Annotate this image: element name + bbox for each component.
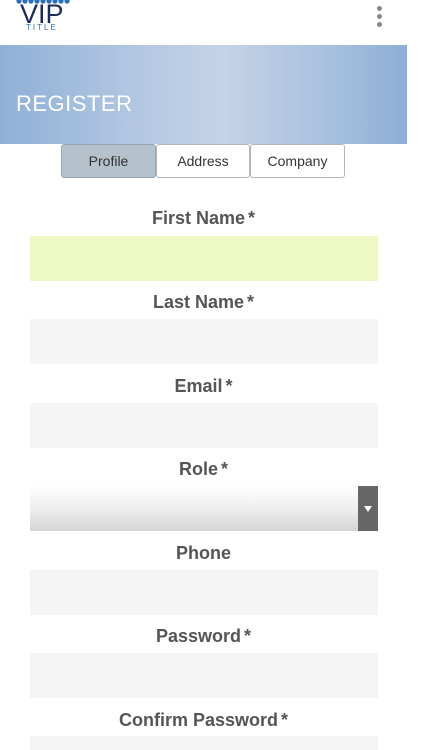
top-bar: VIP TITLE: [0, 0, 407, 45]
role-label: Role *: [0, 459, 407, 480]
last-name-field[interactable]: [30, 319, 378, 364]
phone-label: Phone: [0, 543, 407, 564]
phone-field[interactable]: [30, 570, 378, 615]
page-title: REGISTER: [16, 91, 133, 116]
register-banner: REGISTER: [0, 45, 407, 144]
chevron-down-icon[interactable]: [358, 486, 378, 531]
last-name-label-text: Last Name: [152, 292, 245, 312]
tab-profile[interactable]: Profile: [61, 144, 156, 178]
first-name-field[interactable]: [30, 236, 378, 281]
required-marker: *: [248, 208, 256, 228]
required-marker: *: [244, 626, 252, 646]
tab-address[interactable]: Address: [156, 144, 250, 178]
required-marker: *: [281, 710, 289, 730]
last-name-label: Last Name *: [0, 292, 407, 313]
required-marker: *: [225, 376, 233, 396]
confirm-password-field[interactable]: [30, 736, 378, 750]
email-label: Email *: [0, 376, 407, 397]
confirm-password-label-text: Confirm Password: [118, 710, 278, 730]
required-marker: *: [221, 459, 229, 479]
register-tabs: Profile Address Company: [61, 144, 345, 178]
role-label-text: Role: [178, 459, 218, 479]
tab-company[interactable]: Company: [250, 144, 345, 178]
logo-subtext: TITLE: [26, 23, 58, 32]
required-marker: *: [247, 292, 255, 312]
vip-title-logo[interactable]: VIP TITLE: [14, 0, 74, 40]
phone-label-text: Phone: [175, 543, 231, 563]
password-label: Password *: [0, 626, 407, 647]
email-label-text: Email: [174, 376, 223, 396]
password-field[interactable]: [30, 653, 378, 698]
first-name-label: First Name *: [0, 208, 407, 229]
more-vertical-icon[interactable]: [374, 6, 386, 28]
email-field[interactable]: [30, 403, 378, 448]
role-select[interactable]: [30, 486, 378, 531]
password-label-text: Password: [155, 626, 242, 646]
first-name-label-text: First Name: [151, 208, 246, 228]
confirm-password-label: Confirm Password *: [0, 710, 407, 731]
